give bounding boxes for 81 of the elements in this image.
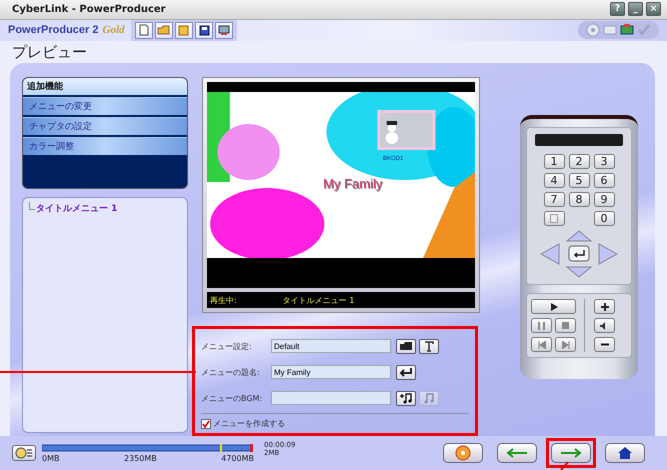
pause-icon: [538, 322, 545, 330]
number-key[interactable]: 0: [594, 211, 614, 226]
stop-icon: [562, 322, 569, 330]
text-field[interactable]: My Family: [271, 365, 391, 380]
capacity-label: 4700MB: [221, 454, 254, 463]
field-label: メニューのBGM:: [201, 392, 264, 404]
floppy-icon: [198, 24, 210, 36]
home-icon: [617, 446, 633, 460]
play-key[interactable]: [531, 299, 576, 314]
function-item[interactable]: メニューの変更: [23, 97, 187, 116]
icon-button[interactable]: [396, 338, 416, 354]
check-icon[interactable]: [637, 23, 651, 38]
right-arrow-icon: [560, 448, 582, 458]
mute-key[interactable]: [594, 318, 615, 334]
nav-button[interactable]: [605, 443, 645, 464]
number-key[interactable]: 3: [594, 154, 614, 170]
panel-header: 追加機能: [23, 78, 187, 96]
checkbox[interactable]: [201, 418, 211, 429]
number-key[interactable]: 2: [568, 154, 590, 170]
stop-key[interactable]: [555, 318, 576, 334]
capacity-label: 0MB: [42, 454, 60, 463]
number-key[interactable]: 9: [594, 192, 614, 208]
page-heading: プレビュー: [11, 42, 88, 62]
app-logo: PowerProducer 2 Gold: [8, 24, 124, 36]
computer-icon: [218, 24, 230, 36]
text-field[interactable]: Default: [271, 339, 391, 354]
play-icon: [550, 302, 558, 311]
plus-icon: [600, 302, 608, 311]
window-control-button[interactable]: _: [628, 2, 643, 16]
text-field[interactable]: [271, 391, 391, 406]
icon-button[interactable]: [396, 364, 416, 380]
menu-title-text: My Family: [323, 176, 382, 192]
nav-button[interactable]: [443, 443, 483, 464]
status-label: 再生中:: [210, 294, 237, 306]
tree-connector-icon: [29, 202, 35, 210]
music-icon: [423, 392, 435, 404]
skip-back-icon: [538, 340, 546, 349]
status-value: タイトルメニュー 1: [282, 294, 354, 306]
field-label: メニューの題名:: [201, 366, 261, 378]
tree-item[interactable]: タイトルメニュー 1: [36, 202, 118, 216]
nav-button[interactable]: [497, 443, 537, 464]
capacity-label: 2350MB: [124, 454, 157, 463]
direction-pad[interactable]: [539, 230, 619, 278]
menu-icon: [550, 214, 558, 224]
function-item[interactable]: チャプタの設定: [23, 117, 187, 136]
toolbar-button[interactable]: [214, 22, 232, 39]
checkbox-label: メニューを作成する: [213, 418, 285, 430]
disc-info-button[interactable]: [12, 445, 36, 462]
toolbar-button[interactable]: [194, 22, 212, 39]
icon-button[interactable]: [419, 338, 439, 354]
number-key[interactable]: 5: [568, 173, 590, 188]
burn-disc-icon: [455, 445, 471, 462]
enter-icon: [399, 367, 413, 378]
number-key[interactable]: 4: [544, 173, 564, 188]
field-label: メニュー設定:: [201, 340, 253, 352]
skip-forward-icon: [562, 340, 570, 349]
new-document-icon: [138, 24, 148, 36]
film-icon[interactable]: [620, 23, 634, 38]
number-key[interactable]: 8: [568, 192, 590, 208]
floppy-icon: [178, 24, 189, 36]
add-music-icon: [399, 392, 413, 404]
text-style-icon: [424, 340, 434, 352]
window-title: CyberLink - PowerProducer: [12, 4, 166, 15]
folder-icon: [157, 25, 170, 36]
volume-down-key[interactable]: [594, 337, 615, 352]
number-key[interactable]: 1: [544, 154, 564, 170]
number-key[interactable]: 6: [594, 173, 614, 188]
nav-button[interactable]: [551, 443, 591, 464]
pause-key[interactable]: [531, 318, 552, 334]
number-key[interactable]: 7: [544, 192, 564, 208]
previous-key[interactable]: [531, 337, 552, 352]
icon-button[interactable]: [396, 390, 416, 406]
volume-up-key[interactable]: [594, 299, 615, 314]
toolbar-button[interactable]: [134, 22, 152, 39]
function-item[interactable]: カラー調整: [23, 137, 187, 156]
minus-icon: [600, 343, 608, 346]
next-key[interactable]: [555, 337, 576, 352]
folder-icon: [399, 341, 413, 352]
menu-key[interactable]: [544, 211, 564, 226]
disc-icon: [15, 447, 33, 460]
left-arrow-icon: [506, 448, 528, 458]
